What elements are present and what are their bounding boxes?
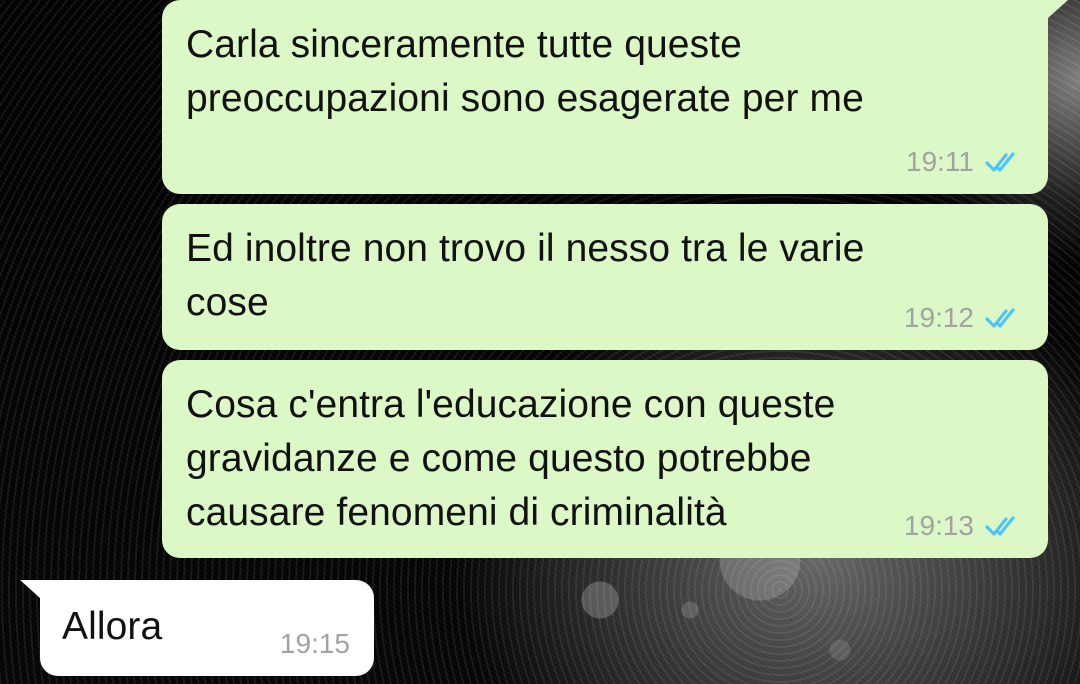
message-meta: 19:12: [904, 304, 1022, 332]
message-text: Ed inoltre non trovo il nesso tra le var…: [186, 227, 865, 324]
bubble-tail: [1048, 0, 1068, 18]
double-check-read-icon: [985, 308, 1015, 328]
message-bubble-outgoing[interactable]: Carla sinceramente tutte queste preoccup…: [162, 0, 1068, 194]
message-time: 19:12: [903, 302, 974, 333]
message-bubble-outgoing[interactable]: Ed inoltre non trovo il nesso tra le var…: [162, 204, 1048, 350]
message-meta: 19:15: [280, 630, 350, 658]
bubble-tail: [20, 580, 40, 598]
message-text: Carla sinceramente tutte queste preoccup…: [186, 23, 864, 120]
message-meta: 19:13: [904, 512, 1022, 540]
message-time: 19:15: [279, 628, 350, 659]
message-text: Cosa c'entra l'educazione con queste gra…: [186, 383, 836, 534]
message-bubble-outgoing[interactable]: Cosa c'entra l'educazione con queste gra…: [162, 360, 1048, 558]
double-check-read-icon: [985, 152, 1015, 172]
message-meta: 19:11: [906, 148, 1022, 176]
message-time: 19:13: [903, 510, 974, 541]
message-time: 19:11: [906, 146, 974, 177]
double-check-read-icon: [985, 516, 1015, 536]
message-bubble-incoming[interactable]: Allora 19:15: [20, 580, 374, 676]
